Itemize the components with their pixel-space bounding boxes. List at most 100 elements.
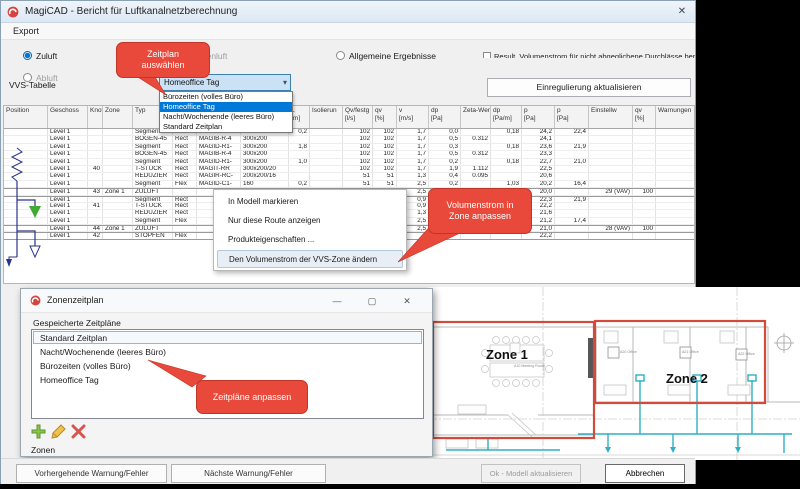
delete-schedule-icon[interactable] (71, 424, 86, 439)
menu-export[interactable]: Export (9, 25, 43, 37)
menu-item-volumenstrom-aendern[interactable]: Den Volumenstrom der VVS-Zone ändern (217, 250, 403, 268)
column-header: p[Pa] (522, 106, 555, 128)
dialog-titlebar[interactable]: Zonenzeitplan — ▢ ✕ (21, 289, 432, 313)
menu-bar: Export (1, 23, 695, 40)
maximize-icon[interactable]: ▢ (361, 294, 383, 308)
table-cell (656, 218, 695, 224)
meeting-room-label: A10 Meeting Room (514, 364, 545, 368)
next-warning-button[interactable]: Nächste Warnung/Fehler (171, 464, 326, 483)
table-cell: 0.312 (461, 136, 491, 142)
close-icon[interactable]: ✕ (396, 294, 418, 308)
cancel-button[interactable]: Abbrechen (605, 464, 685, 483)
dropdown-option-selected[interactable]: Homeoffice Tag (160, 102, 292, 112)
menu-item-in-modell-markieren[interactable]: In Modell markieren (217, 193, 403, 211)
table-row[interactable]: Level 1BOGEN-45RectMAGIB-R-4300x20010210… (4, 151, 694, 158)
result-volumenstrom-checkbox-row[interactable]: Result. Volumenstrom für nicht abgeglich… (483, 46, 695, 58)
route-tree-graphic (4, 128, 48, 284)
callout-adjust-flow: Volumenstrom in Zone anpassen (428, 188, 532, 234)
table-cell: 1.112 (461, 166, 491, 172)
table-cell (88, 210, 103, 216)
edit-schedule-icon[interactable] (51, 424, 66, 439)
table-cell (103, 233, 133, 238)
table-cell (88, 129, 103, 135)
einregulierung-aktualisieren-button[interactable]: Einregulierung aktualisieren (487, 78, 691, 97)
table-cell: 200x200/16 (241, 173, 289, 179)
table-cell (589, 166, 633, 172)
zonenzeitplan-dialog: Zonenzeitplan — ▢ ✕ Gespeicherte Zeitplä… (20, 288, 433, 457)
table-cell (633, 233, 656, 238)
minimize-icon[interactable]: — (326, 294, 348, 308)
dropdown-option[interactable]: Standard Zeitplan (160, 122, 292, 132)
saved-schedules-label: Gespeicherte Zeitpläne (33, 318, 121, 328)
table-cell: 300x200 (241, 151, 289, 157)
add-schedule-icon[interactable] (31, 424, 46, 439)
menu-item-produkteigenschaften[interactable]: Produkteigenschaften ... (217, 231, 403, 249)
table-cell (491, 136, 522, 142)
table-cell: 102 (343, 159, 373, 165)
table-cell: 42 (88, 233, 103, 238)
table-cell: 102 (373, 144, 397, 150)
table-cell: 24,1 (522, 136, 555, 142)
previous-warning-button[interactable]: Vorhergehende Warnung/Fehler (16, 464, 167, 483)
table-cell (656, 173, 695, 179)
table-cell (103, 197, 133, 202)
table-cell: 102 (343, 151, 373, 157)
checkbox-icon[interactable] (483, 52, 491, 58)
window-titlebar[interactable]: MagiCAD - Bericht für Luftkanalnetzberec… (1, 1, 695, 23)
column-header: Qv/festg[l/s] (343, 106, 373, 128)
table-row[interactable]: Level 1SegmentRectMAGID-R1-300x2000,2102… (4, 129, 694, 136)
table-row[interactable]: Level 1BOGEN-45RectMAGIB-R-4300x20010210… (4, 136, 694, 143)
schedule-list-item-selected[interactable]: Standard Zeitplan (33, 331, 422, 344)
menu-item-nur-diese-route[interactable]: Nur diese Route anzeigen (217, 212, 403, 230)
table-cell: Zone 1 (103, 189, 133, 194)
table-cell: Rect (173, 151, 197, 157)
column-header: dp[Pa/m] (491, 106, 522, 128)
table-cell (88, 197, 103, 202)
dropdown-option[interactable]: Nacht/Wochenende (leeres Büro) (160, 112, 292, 122)
radio-allgemeine-ergebnisse[interactable]: Allgemeine Ergebnisse (336, 46, 436, 58)
zone1-boundary[interactable] (433, 322, 594, 438)
dropdown-option[interactable]: Bürozeiten (volles Büro) (160, 92, 292, 102)
column-header: Warnungen (656, 106, 695, 128)
office-label: A22 Office (738, 352, 755, 356)
chevron-down-icon[interactable]: ▾ (283, 75, 287, 90)
table-cell: Level 1 (48, 233, 88, 238)
table-row[interactable]: Level 1REDUZIERRectMAGIR-RC-200x200/1651… (4, 173, 694, 180)
table-cell: Rect (173, 159, 197, 165)
column-header: Zone (103, 106, 133, 128)
table-cell (555, 189, 589, 194)
table-cell (461, 181, 491, 187)
table-cell: STOPFEN (133, 233, 173, 238)
schedule-list-item[interactable]: Nacht/Wochenende (leeres Büro) (33, 345, 422, 358)
table-cell (656, 166, 695, 172)
table-row[interactable]: Level 1SegmentRectMAGID-R1-300x2001,8102… (4, 144, 694, 151)
close-icon[interactable]: ✕ (673, 4, 691, 19)
table-cell (103, 203, 133, 209)
table-row[interactable]: Level 1SegmentRectMAGID-R1-300x2001,0102… (4, 159, 694, 166)
table-cell: 102 (343, 166, 373, 172)
table-cell: 0.312 (461, 151, 491, 157)
radio-zuluft[interactable]: Zuluft (23, 46, 57, 58)
radio-abluft[interactable]: Abluft (23, 68, 58, 80)
table-cell: 1,9 (429, 166, 461, 172)
table-cell (633, 136, 656, 142)
table-cell (633, 166, 656, 172)
table-cell (310, 136, 343, 142)
table-cell: 28 (VAV) (589, 226, 633, 231)
table-cell: 1,7 (397, 136, 429, 142)
schedule-list-item[interactable]: Bürozeiten (volles Büro) (33, 359, 422, 372)
table-cell: 51 (373, 173, 397, 179)
table-cell (589, 144, 633, 150)
column-header: Geschoss (48, 106, 88, 128)
table-cell: Segment (133, 197, 173, 202)
floorplan-image: Zone 1 Zone 2 A10 Meeting Room A20 Offic… (428, 287, 800, 460)
table-cell: MAGIT-RR (197, 166, 241, 172)
column-header: Isolierun (310, 106, 343, 128)
table-cell (633, 151, 656, 157)
table-cell: Level 1 (48, 166, 88, 172)
ok-update-model-button[interactable]: Ok - Modell aktualisieren (481, 464, 581, 483)
table-cell: 160 (241, 181, 289, 187)
table-row[interactable]: Level 1SegmentFlexMAGID-C1-1600,251512,5… (4, 181, 694, 188)
table-row[interactable]: Level 140T-STÜCKRectMAGIT-RR300x200/2010… (4, 166, 694, 173)
table-cell: 0,5 (429, 136, 461, 142)
